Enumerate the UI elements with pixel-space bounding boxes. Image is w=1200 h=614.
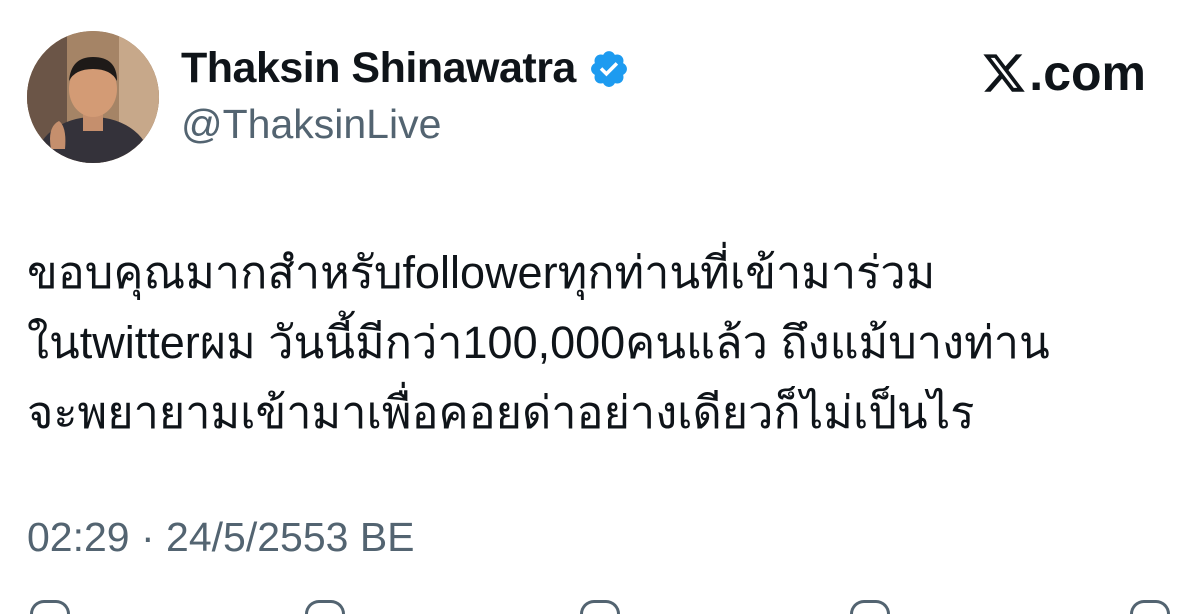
retweet-icon[interactable] — [305, 600, 345, 614]
tweet-text-line: ขอบคุณมากสำหรับfollowerทุกท่านที่เข้ามาร… — [27, 247, 936, 298]
profile-photo-icon — [27, 31, 159, 163]
reply-icon[interactable] — [30, 600, 70, 614]
tweet-text-line: จะพยายามเข้ามาเพื่อคอยด่าอย่างเดียวก็ไม่… — [27, 387, 975, 438]
brand-domain-text: .com — [1029, 45, 1146, 101]
verified-badge-icon — [590, 50, 627, 87]
like-icon[interactable] — [580, 600, 620, 614]
display-name[interactable]: Thaksin Shinawatra — [181, 44, 576, 93]
tweet-timestamp[interactable]: 02:29 · 24/5/2553 BE — [27, 514, 415, 561]
x-logo-icon — [983, 54, 1026, 92]
tweet-card: Thaksin Shinawatra @ThaksinLive .com ขอบ… — [0, 0, 1200, 614]
tweet-text-line: ในtwitterผม วันนี้มีกว่า100,000คนแล้ว ถึ… — [27, 317, 1050, 368]
x-com-watermark: .com — [981, 44, 1146, 102]
bookmark-icon[interactable] — [850, 600, 890, 614]
display-name-row: Thaksin Shinawatra — [181, 44, 630, 93]
avatar[interactable] — [27, 31, 159, 163]
user-handle[interactable]: @ThaksinLive — [181, 101, 441, 148]
share-icon[interactable] — [1130, 600, 1170, 614]
tweet-action-bar — [0, 600, 1200, 614]
tweet-text: ขอบคุณมากสำหรับfollowerทุกท่านที่เข้ามาร… — [27, 238, 1187, 448]
